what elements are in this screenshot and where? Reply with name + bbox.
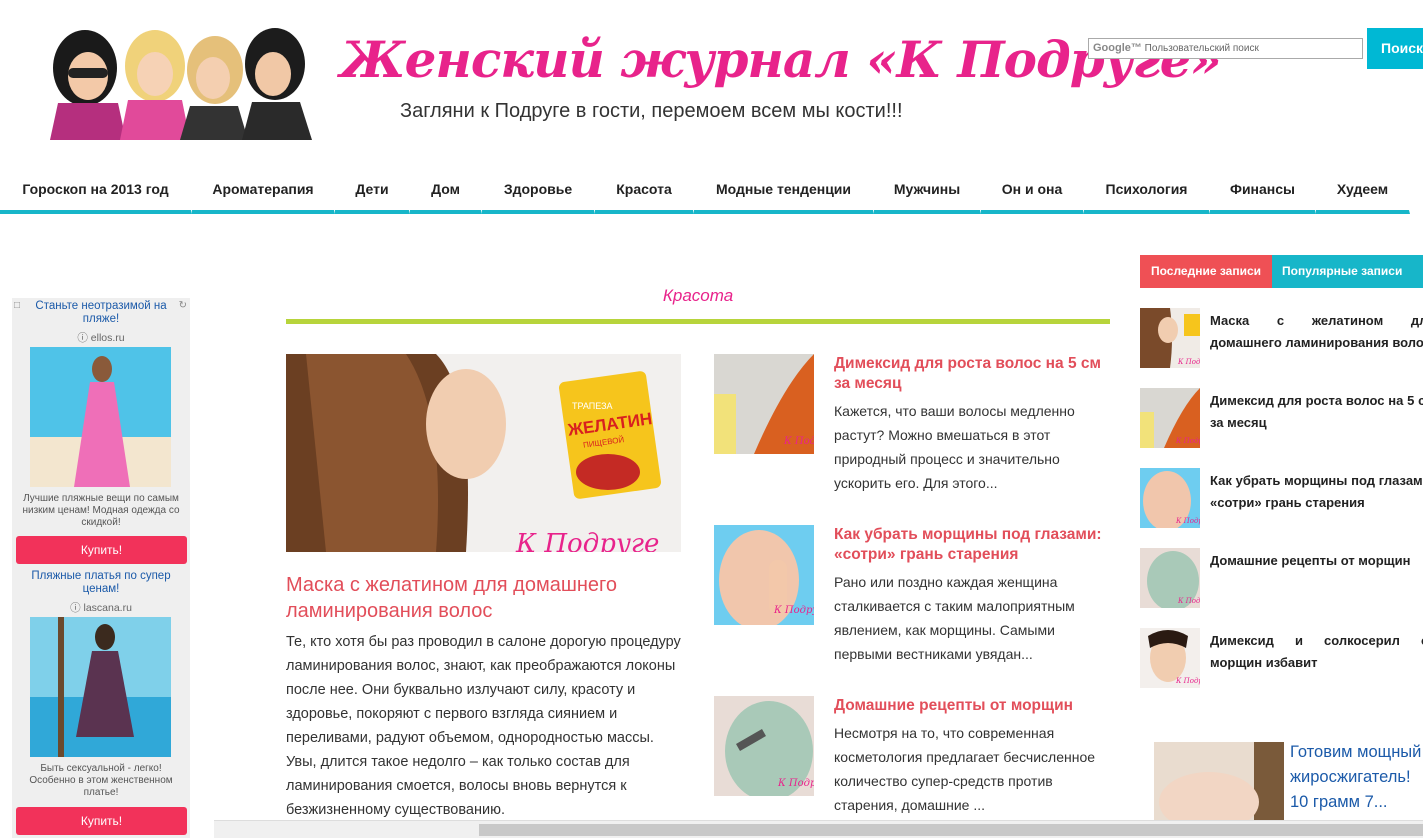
sidebar-post-title[interactable]: Маска с желатином для домашнего ламиниро… xyxy=(1210,310,1423,354)
nav-item-men[interactable]: Мужчины xyxy=(874,170,981,214)
thumb-watermark: К Подр xyxy=(1177,597,1200,605)
post-thumbnail[interactable]: К Подру xyxy=(714,525,814,625)
main-nav: Гороскоп на 2013 год Ароматерапия Дети Д… xyxy=(0,170,1410,214)
nav-item-kids[interactable]: Дети xyxy=(335,170,410,214)
nav-item-health[interactable]: Здоровье xyxy=(482,170,595,214)
scrollbar-thumb[interactable] xyxy=(479,824,1423,836)
thumb-watermark: К Подр xyxy=(1175,517,1200,525)
thumb-watermark: К Подр xyxy=(1175,437,1200,445)
post-title[interactable]: Как убрать морщины под глазами: «сотри» … xyxy=(834,525,1114,565)
package-brand: ТРАПЕЗА xyxy=(572,401,613,411)
sidebar-post-item[interactable]: К Подр Домашние рецепты от морщин xyxy=(1140,548,1423,610)
post-title[interactable]: Домашние рецепты от морщин xyxy=(834,696,1114,716)
ad-column: □ ↻ Станьте неотразимой на пляже! ⓘ ello… xyxy=(12,298,190,838)
horizontal-scrollbar[interactable] xyxy=(214,820,1423,838)
nav-item-aromatherapy[interactable]: Ароматерапия xyxy=(192,170,335,214)
promo-link[interactable]: Готовим мощный жиросжигатель! 10 грамм 7… xyxy=(1290,740,1423,815)
featured-image[interactable]: ТРАПЕЗА ЖЕЛАТИН ПИЩЕВОЙ К Подруге xyxy=(286,354,681,552)
buy-button[interactable]: Купить! xyxy=(16,536,187,564)
post-title[interactable]: Димексид для роста волос на 5 см за меся… xyxy=(834,354,1114,394)
post-thumbnail[interactable]: К Подру xyxy=(714,354,814,454)
sidebar-post-item[interactable]: К Подр Как убрать морщины под глазами: «… xyxy=(1140,468,1423,530)
section-title[interactable]: Красота xyxy=(286,286,1110,306)
sidebar-thumbnail[interactable]: К Подр xyxy=(1140,388,1200,448)
ad-domain: ⓘ lascana.ru xyxy=(70,602,132,614)
tab-popular-posts[interactable]: Популярные записи xyxy=(1272,255,1423,288)
sidebar-thumbnail[interactable]: К Подр xyxy=(1140,308,1200,368)
sidebar-post-title[interactable]: Домашние рецепты от морщин xyxy=(1210,550,1423,572)
search-input[interactable]: Google™ Пользовательский поиск xyxy=(1088,38,1363,59)
ad-block-1[interactable]: Станьте неотразимой на пляже! ⓘ ellos.ru xyxy=(12,300,190,345)
thumb-watermark: К Подр xyxy=(1177,358,1200,366)
post-excerpt: Кажется, что ваши волосы медленно растут… xyxy=(834,403,1075,491)
site-tagline: Загляни к Подруге в гости, перемоем всем… xyxy=(400,100,903,122)
post-thumbnail[interactable]: К Подру xyxy=(714,696,814,796)
section-divider xyxy=(286,319,1110,324)
sidebar-post-item[interactable]: К Подр Димексид для роста волос на 5 см … xyxy=(1140,388,1423,450)
nav-item-he-and-she[interactable]: Он и она xyxy=(981,170,1084,214)
thumb-watermark: К Подр xyxy=(1175,677,1200,685)
nav-item-fashion[interactable]: Модные тенденции xyxy=(694,170,874,214)
search-button[interactable]: Поиск xyxy=(1367,28,1423,69)
globe-icon: ⓘ xyxy=(77,332,88,344)
watermark: К Подруге xyxy=(515,529,659,552)
nav-item-diet[interactable]: Худеем xyxy=(1316,170,1410,214)
logo-illustration[interactable] xyxy=(30,28,322,140)
nav-item-finance[interactable]: Финансы xyxy=(1210,170,1316,214)
sidebar-post-item[interactable]: К Подр Маска с желатином для домашнего л… xyxy=(1140,308,1423,370)
sidebar-post-item[interactable]: К Подр Димексид и солкосерил от морщин и… xyxy=(1140,628,1423,690)
buy-button[interactable]: Купить! xyxy=(16,807,187,835)
sidebar-thumbnail[interactable]: К Подр xyxy=(1140,468,1200,528)
tab-recent-posts[interactable]: Последние записи xyxy=(1140,255,1272,288)
thumb-watermark: К Подру xyxy=(783,436,814,447)
ad-description: Быть сексуальной - легко! Особенно в это… xyxy=(29,763,173,798)
google-brand-label: Google™ xyxy=(1093,42,1142,54)
search-placeholder: Пользовательский поиск xyxy=(1144,43,1259,54)
featured-post-title[interactable]: Маска с желатином для домашнего ламиниро… xyxy=(286,572,686,624)
sidebar-thumbnail[interactable]: К Подр xyxy=(1140,628,1200,688)
globe-icon: ⓘ xyxy=(70,602,81,614)
ad-image-beach-dress[interactable] xyxy=(30,347,171,487)
sidebar-post-title[interactable]: Как убрать морщины под глазами: «сотри» … xyxy=(1210,470,1423,514)
featured-post-excerpt: Те, кто хотя бы раз проводил в салоне до… xyxy=(286,634,681,818)
ad-block-2[interactable]: Пляжные платья по супер ценам! ⓘ lascana… xyxy=(12,570,190,615)
sidebar-thumbnail[interactable]: К Подр xyxy=(1140,548,1200,608)
ad-domain: ⓘ ellos.ru xyxy=(77,332,125,344)
nav-item-psychology[interactable]: Психология xyxy=(1084,170,1210,214)
post-excerpt: Несмотря на то, что современная косметол… xyxy=(834,725,1096,813)
ad-title[interactable]: Пляжные платья по супер ценам! xyxy=(12,570,190,596)
nav-item-home[interactable]: Дом xyxy=(410,170,482,214)
thumb-watermark: К Подру xyxy=(773,605,814,616)
sidebar-post-title[interactable]: Димексид для роста волос на 5 см за меся… xyxy=(1210,390,1423,434)
post-excerpt: Рано или поздно каждая женщина сталкивае… xyxy=(834,574,1075,662)
ad-description: Лучшие пляжные вещи по самым низким цена… xyxy=(22,493,180,528)
thumb-watermark: К Подру xyxy=(777,778,814,789)
nav-item-beauty[interactable]: Красота xyxy=(595,170,694,214)
ad-title[interactable]: Станьте неотразимой на пляже! xyxy=(12,300,190,326)
ad-image-beach-dress-2[interactable] xyxy=(30,617,171,757)
sidebar-post-title[interactable]: Димексид и солкосерил от морщин избавит xyxy=(1210,630,1423,674)
nav-item-horoscope[interactable]: Гороскоп на 2013 год xyxy=(0,170,192,214)
